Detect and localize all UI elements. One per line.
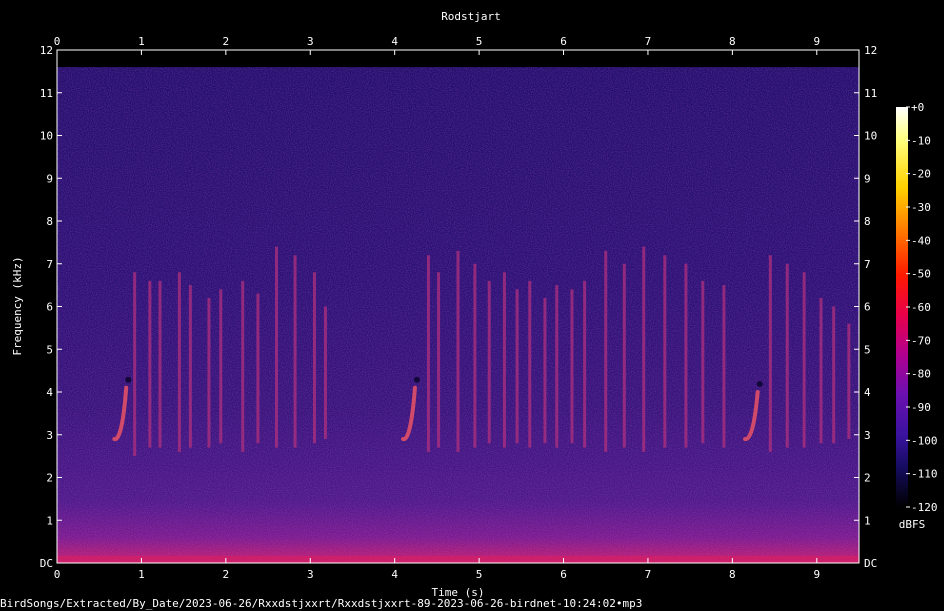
colorbar-tick-label: -10 xyxy=(911,134,931,147)
colorbar-tick-label: -110 xyxy=(911,468,938,481)
y-tick-label-right: 4 xyxy=(864,386,871,399)
plot-area xyxy=(56,49,860,564)
y-tick-label: 8 xyxy=(46,215,53,228)
colorbar-tick-label: -70 xyxy=(911,334,931,347)
colorbar-tick-label: -30 xyxy=(911,201,931,214)
y-tick-label-right: 7 xyxy=(864,258,871,271)
y-tick-label: 10 xyxy=(40,130,53,143)
x-tick-label: 5 xyxy=(476,568,483,581)
x-tick-label: 6 xyxy=(560,568,567,581)
colorbar-label: dBFS xyxy=(899,518,926,531)
x-tick-label: 0 xyxy=(54,568,61,581)
y-tick-label-right: 3 xyxy=(864,429,871,442)
x-tick-label: 1 xyxy=(138,568,145,581)
x-tick-label-top: 8 xyxy=(729,35,736,48)
x-tick-label: 7 xyxy=(645,568,652,581)
y-tick-label-right: 12 xyxy=(864,44,877,57)
x-tick-label: 2 xyxy=(223,568,230,581)
y-tick-label-right: 6 xyxy=(864,301,871,314)
colorbar: +0 -10 -20 -30 -40 -50 -60 -70 -80 -90 -100 -110 -12… xyxy=(896,101,938,531)
no-energy-region xyxy=(57,50,859,68)
y-tick-label-right: 2 xyxy=(864,472,871,485)
file-path: BirdSongs/Extracted/By_Date/2023-06-26/R… xyxy=(0,597,642,610)
x-tick-label: 4 xyxy=(391,568,398,581)
x-tick-label-top: 4 xyxy=(391,35,398,48)
y-tick-label: 5 xyxy=(46,343,53,356)
y-axis-label: Frequency (kHz) xyxy=(11,256,24,355)
x-tick-label-top: 2 xyxy=(223,35,230,48)
y-tick-label: 1 xyxy=(46,514,53,527)
colorbar-tick-label: -40 xyxy=(911,234,931,247)
x-tick-label: 3 xyxy=(307,568,314,581)
y-tick-label-right: 5 xyxy=(864,343,871,356)
colorbar-tick-label: -100 xyxy=(911,434,938,447)
y-tick-label: 12 xyxy=(40,44,53,57)
spectrogram-figure: Rodstjart 00112233445566778899DC DC1 12 23 3… xyxy=(0,10,938,610)
y-tick-label: 7 xyxy=(46,258,53,271)
colorbar-tick-label: -50 xyxy=(911,268,931,281)
colorbar-tick-label: -90 xyxy=(911,401,931,414)
y-tick-label: 9 xyxy=(46,172,53,185)
x-tick-label-top: 3 xyxy=(307,35,314,48)
y-tick-label-right: 1 xyxy=(864,514,871,527)
y-tick-label: 2 xyxy=(46,472,53,485)
y-tick-label: DC xyxy=(40,557,53,570)
y-tick-label-right: 11 xyxy=(864,87,877,100)
y-tick-label-right: 9 xyxy=(864,172,871,185)
colorbar-tick-label: -60 xyxy=(911,301,931,314)
y-tick-label: 4 xyxy=(46,386,53,399)
colorbar-tick-label: -120 xyxy=(911,501,938,514)
chart-title: Rodstjart xyxy=(441,10,501,23)
x-tick-label-top: 7 xyxy=(645,35,652,48)
colorbar-tick-label: +0 xyxy=(911,101,924,114)
x-tick-label-top: 9 xyxy=(813,35,820,48)
sweep-tip xyxy=(125,376,132,383)
x-tick-label-top: 5 xyxy=(476,35,483,48)
x-tick-label-top: 0 xyxy=(54,35,61,48)
y-tick-label: 3 xyxy=(46,429,53,442)
x-tick-label-top: 6 xyxy=(560,35,567,48)
x-tick-label: 8 xyxy=(729,568,736,581)
colorbar-tick-label: -80 xyxy=(911,368,931,381)
sweep-tip xyxy=(413,376,420,383)
colorbar-ticks: +0 -10 -20 -30 -40 -50 -60 -70 -80 -90 -100 -110 -12… xyxy=(906,101,938,514)
y-tick-label: 11 xyxy=(40,87,53,100)
x-tick-label: 9 xyxy=(813,568,820,581)
x-tick-label-top: 1 xyxy=(138,35,145,48)
y-tick-label: 6 xyxy=(46,301,53,314)
colorbar-tick-label: -20 xyxy=(911,168,931,181)
dc-band xyxy=(57,556,859,563)
y-tick-label-right: 10 xyxy=(864,130,877,143)
y-tick-label-right: 8 xyxy=(864,215,871,228)
y-tick-label-right: DC xyxy=(864,557,877,570)
sweep-tip xyxy=(756,381,763,387)
